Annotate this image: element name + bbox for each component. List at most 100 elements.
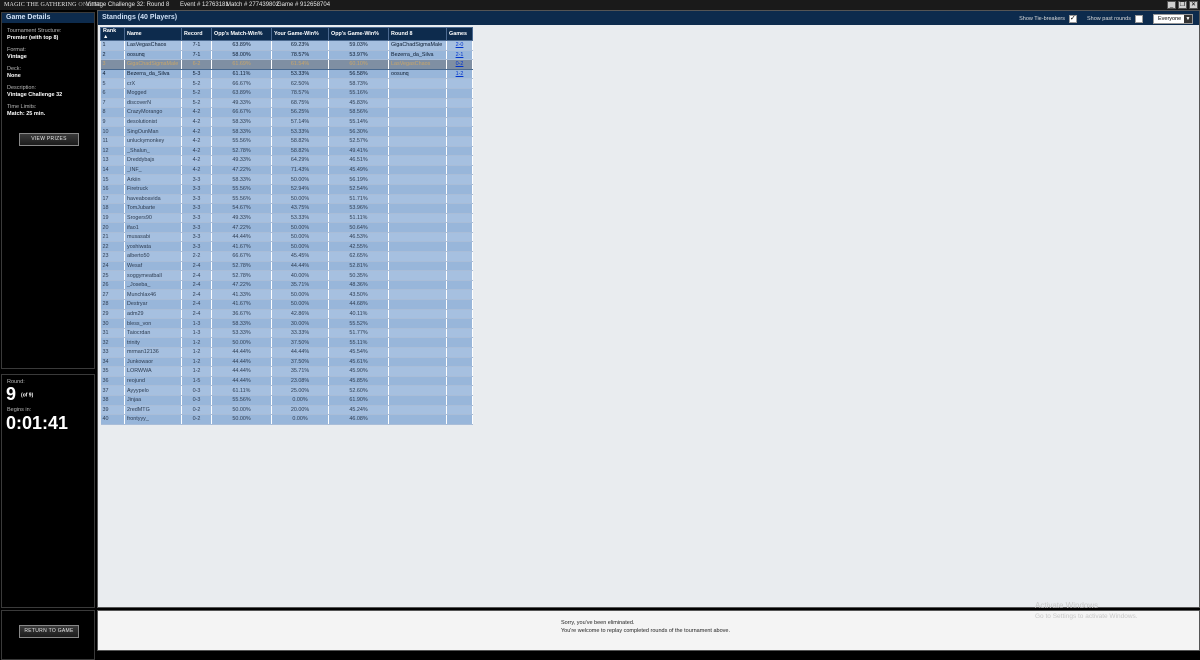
col-name-cell: LORWWA	[124, 366, 182, 377]
table-row[interactable]: 1 LasVegasChaos 7-1 63.89% 69.23% 59.03% GigaC…	[100, 40, 473, 51]
table-row[interactable]: 38 Jinjaa 0-3 55.56% 0.00% 61.90%	[100, 395, 473, 406]
table-row[interactable]: 19 Srogers90 3-3 49.33% 53.33% 51.11%	[100, 213, 473, 224]
col-record-cell: 2-4	[181, 289, 212, 301]
col-opp-game-win-cell: 55.16%	[328, 88, 389, 99]
col-name-header[interactable]: Name	[124, 27, 182, 41]
col-name-cell: ifao1	[124, 222, 182, 233]
table-row[interactable]: 4 Bezerra_da_Silva 5-3 61.11% 53.33% 56.58% oo…	[100, 69, 473, 80]
col-record-header[interactable]: Record	[181, 27, 212, 41]
col-round-8-header[interactable]: Round 8	[388, 27, 447, 41]
col-name-cell: Junkowaor	[124, 357, 182, 368]
table-body: 1 LasVegasChaos 7-1 63.89% 69.23% 59.03% GigaC…	[100, 40, 473, 425]
table-row[interactable]: 29 adm29 2-4 36.67% 42.86% 40.11%	[100, 309, 473, 320]
col-rank-header[interactable]: Rank ▲	[100, 27, 125, 41]
table-row[interactable]: 5 crX 5-2 66.67% 62.50% 58.73%	[100, 78, 473, 89]
table-row[interactable]: 39 2redMTG 0-2 50.00% 20.00% 45.24%	[100, 405, 473, 416]
table-row[interactable]: 37 Ayyypelo 0-3 61.11% 25.00% 52.60%	[100, 385, 473, 396]
col-games-header[interactable]: Games	[446, 27, 473, 41]
col-opp-match-win-cell: 66.67%	[211, 78, 272, 89]
table-row[interactable]: 9 desolutionist 4-2 58.33% 57.14% 55.14%	[100, 117, 473, 128]
col-record-cell: 2-4	[181, 299, 212, 310]
col-round-8-cell	[388, 318, 447, 329]
col-round-8-cell	[388, 299, 447, 310]
col-rank-cell: 10	[100, 126, 125, 137]
table-row[interactable]: 20 ifao1 3-3 47.22% 50.00% 50.64%	[100, 222, 473, 233]
col-round-8-cell	[388, 376, 447, 387]
table-row[interactable]: 18 TomJubarte 3-3 54.67% 43.75% 53.96%	[100, 203, 473, 214]
table-row[interactable]: 33 mrman12136 1-2 44.44% 44.44% 45.54%	[100, 347, 473, 358]
table-row[interactable]: 12 _Shalun_ 4-2 52.78% 58.82% 49.41%	[100, 146, 473, 157]
table-row[interactable]: 25 soggymeatball 2-4 52.78% 40.00% 50.35%	[100, 270, 473, 281]
table-row[interactable]: 8 CrazyMorango 4-2 66.67% 56.25% 58.56%	[100, 107, 473, 118]
show-past-rounds-checkbox[interactable]	[1135, 15, 1143, 23]
return-to-game-button[interactable]: RETURN TO GAME	[19, 625, 79, 638]
col-games-cell	[446, 251, 473, 262]
table-row[interactable]: 34 Junkowaor 1-2 44.44% 37.50% 45.61%	[100, 357, 473, 368]
col-opp-game-win-cell: 49.41%	[328, 146, 389, 157]
col-name-cell: unluckymonkey	[124, 136, 182, 147]
table-row[interactable]: 22 yoshiwata 3-3 41.67% 50.00% 42.55%	[100, 241, 473, 253]
minimize-icon[interactable]: _	[1167, 1, 1176, 9]
col-rank-cell: 13	[100, 155, 125, 166]
table-row[interactable]: 2 oosunq 7-1 58.00% 78.57% 53.97% Bezerra_da_S…	[100, 50, 473, 61]
restore-icon[interactable]: ❐	[1178, 1, 1187, 9]
col-opp-game-win-header[interactable]: Opp's Game-Win%	[328, 27, 389, 41]
col-games-cell[interactable]: 2-1	[446, 50, 473, 61]
table-row[interactable]: 32 trinity 1-2 50.00% 37.50% 55.11%	[100, 337, 473, 348]
col-round-8-cell	[388, 117, 447, 128]
col-record-cell: 1-5	[181, 376, 212, 387]
table-row[interactable]: 26 _Joseba_ 2-4 47.22% 35.71% 48.36%	[100, 280, 473, 291]
col-name-cell: crX	[124, 78, 182, 89]
col-rank-cell: 20	[100, 222, 125, 233]
col-opp-match-win-cell: 58.33%	[211, 318, 272, 329]
col-record-cell: 2-4	[181, 261, 212, 272]
table-row[interactable]: 16 Firetruck 3-3 55.56% 52.94% 52.54%	[100, 184, 473, 195]
col-games-cell	[446, 395, 473, 406]
table-row[interactable]: 31 Taiocrdan 1-3 53.33% 33.33% 51.77%	[100, 328, 473, 339]
col-record-cell: 7-1	[181, 50, 212, 61]
col-your-game-win-cell: 40.00%	[271, 270, 329, 281]
table-row[interactable]: 21 musasabi 3-3 44.44% 50.00% 46.53%	[100, 232, 473, 243]
close-icon[interactable]: ✕	[1189, 1, 1198, 9]
col-opp-match-win-cell: 58.33%	[211, 117, 272, 128]
col-games-cell[interactable]: 2-0	[446, 40, 473, 51]
col-your-game-win-header[interactable]: Your Game-Win%	[271, 27, 329, 41]
show-tiebreakers-checkbox[interactable]: ✓	[1068, 15, 1077, 23]
view-prizes-button[interactable]: VIEW PRIZES	[19, 133, 79, 146]
table-row[interactable]: 3 GigaChadSigmaMale 6-2 61.69% 61.54% 60.10% L…	[100, 59, 473, 70]
col-your-game-win-cell: 45.45%	[271, 251, 329, 262]
col-opp-game-win-cell: 46.53%	[328, 232, 389, 243]
table-row[interactable]: 15 Arkiin 3-3 58.33% 50.00% 56.19%	[100, 174, 473, 185]
table-row[interactable]: 11 unluckymonkey 4-2 55.56% 58.82% 52.57%	[100, 136, 473, 147]
col-record-cell: 1-2	[181, 357, 212, 368]
col-rank-cell: 30	[100, 318, 125, 329]
col-opp-match-win-cell: 58.00%	[211, 50, 272, 61]
col-games-cell[interactable]: 0-2	[446, 59, 473, 70]
table-row[interactable]: 36 reojund 1-5 44.44% 23.08% 45.85%	[100, 376, 473, 387]
table-row[interactable]: 35 LORWWA 1-2 44.44% 35.71% 45.90%	[100, 366, 473, 377]
col-opp-match-win-cell: 41.33%	[211, 289, 272, 301]
table-row[interactable]: 6 Mogged 5-2 63.89% 78.57% 55.16%	[100, 88, 473, 99]
table-row[interactable]: 27 Munchlax46 2-4 41.33% 50.00% 43.50%	[100, 289, 473, 301]
table-row[interactable]: 10 SingOunMan 4-2 58.33% 53.33% 56.30%	[100, 126, 473, 137]
table-row[interactable]: 23 alberto50 2-2 66.67% 45.45% 62.65%	[100, 251, 473, 262]
table-row[interactable]: 17 haveaboavida 3-3 55.56% 50.00% 51.71%	[100, 194, 473, 205]
table-row[interactable]: 13 Dreddybajs 4-2 49.33% 64.29% 46.51%	[100, 155, 473, 166]
col-record-cell: 5-2	[181, 98, 212, 109]
col-your-game-win-cell: 53.33%	[271, 213, 329, 224]
description-field: Description: Vintage Challenge 32	[7, 85, 63, 98]
col-games-cell[interactable]: 1-2	[446, 69, 473, 80]
table-row[interactable]: 40 frontyyy_ 0-2 50.00% 0.00% 46.08%	[100, 414, 473, 425]
table-row[interactable]: 28 Destryar 2-4 41.67% 50.00% 44.68%	[100, 299, 473, 310]
table-row[interactable]: 24 Wesaf 2-4 52.78% 44.44% 52.81%	[100, 261, 473, 272]
time-limit-field: Time Limits: Match: 25 min.	[7, 104, 46, 117]
player-filter-select[interactable]: Everyone ▼	[1153, 14, 1193, 24]
table-row[interactable]: 7 discoverN 5-2 49.33% 68.75% 45.83%	[100, 98, 473, 109]
col-opp-match-win-header[interactable]: Opp's Match-Win%	[211, 27, 272, 41]
col-name-cell: LasVegasChaos	[124, 40, 182, 51]
table-row[interactable]: 30 bless_von 1-3 58.33% 30.00% 55.52%	[100, 318, 473, 329]
col-your-game-win-cell: 37.50%	[271, 357, 329, 368]
col-name-cell: TomJubarte	[124, 203, 182, 214]
col-opp-match-win-cell: 44.44%	[211, 366, 272, 377]
table-row[interactable]: 14 _INF_ 4-2 47.22% 71.43% 45.49%	[100, 165, 473, 176]
